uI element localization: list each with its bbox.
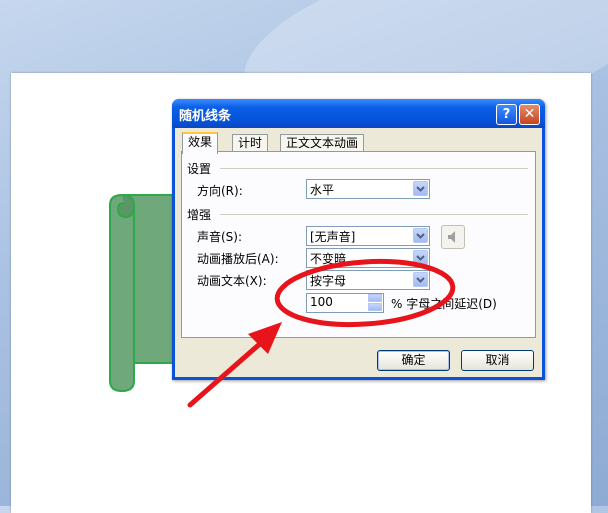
tab-text-animation[interactable]: 正文文本动画 <box>280 134 365 152</box>
cancel-button[interactable]: 取消 <box>461 350 534 371</box>
chevron-down-icon[interactable] <box>413 250 428 265</box>
direction-value: 水平 <box>310 183 335 197</box>
direction-select[interactable]: 水平 <box>306 179 430 199</box>
direction-label: 方向(R): <box>197 184 243 198</box>
chevron-down-icon[interactable] <box>413 181 428 196</box>
dialog-titlebar[interactable]: 随机线条 ? ✕ <box>172 99 545 128</box>
animate-text-value: 按字母 <box>310 274 347 288</box>
random-bars-dialog: 随机线条 ? ✕ 效果 计时 正文文本动画 设置 方向(R): 水平 增强 声音… <box>172 99 545 380</box>
sound-value: [无声音] <box>310 230 356 244</box>
speaker-icon[interactable] <box>441 225 465 249</box>
dialog-title: 随机线条 <box>179 109 232 124</box>
help-button[interactable]: ? <box>496 104 517 125</box>
delay-value[interactable]: 100 <box>310 295 333 309</box>
delay-suffix-label: % 字母之间延迟(D) <box>391 297 497 311</box>
animate-text-label: 动画文本(X): <box>197 274 267 288</box>
settings-divider <box>220 168 528 169</box>
chevron-down-icon[interactable] <box>413 228 428 243</box>
spin-up-icon[interactable] <box>368 294 382 302</box>
enhancements-divider <box>220 214 528 215</box>
sound-label: 声音(S): <box>197 230 243 244</box>
close-button[interactable]: ✕ <box>519 104 540 125</box>
chevron-down-icon[interactable] <box>413 272 428 287</box>
enhancements-group-label: 增强 <box>187 208 212 222</box>
dialog-client: 效果 计时 正文文本动画 设置 方向(R): 水平 增强 声音(S): [无声音… <box>175 128 542 377</box>
spin-down-icon[interactable] <box>368 303 382 311</box>
after-animation-label: 动画播放后(A): <box>197 252 279 266</box>
settings-group-label: 设置 <box>187 162 212 176</box>
effect-panel: 设置 方向(R): 水平 增强 声音(S): [无声音] 动画播放后(A): 不… <box>181 151 536 338</box>
tab-timing[interactable]: 计时 <box>232 134 269 152</box>
after-animation-value: 不变暗 <box>310 252 347 266</box>
tab-effect[interactable]: 效果 <box>182 132 219 154</box>
delay-spinner[interactable]: 100 <box>306 293 384 313</box>
sound-select[interactable]: [无声音] <box>306 226 430 246</box>
ok-button[interactable]: 确定 <box>377 350 450 371</box>
animate-text-select[interactable]: 按字母 <box>306 270 430 290</box>
after-animation-select[interactable]: 不变暗 <box>306 248 430 268</box>
